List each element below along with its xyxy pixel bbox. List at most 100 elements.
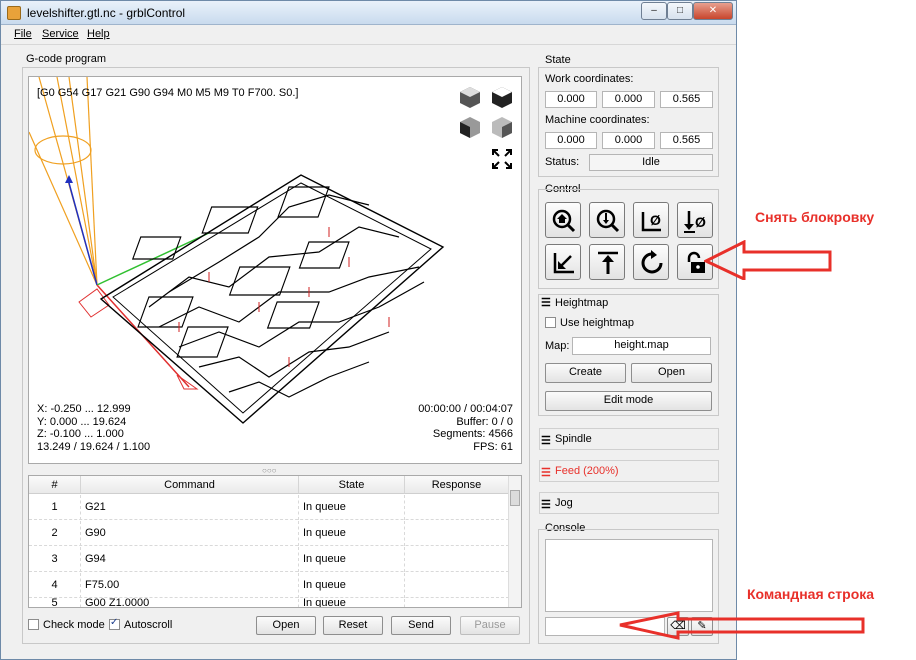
table-row[interactable]: 5 G00 Z1.0000 In queue [29, 598, 509, 607]
window-title: levelshifter.gtl.nc - grblControl [27, 6, 186, 20]
row-command: F75.00 [81, 573, 299, 598]
raise-z-icon [598, 251, 618, 274]
console-output[interactable] [545, 539, 713, 612]
table-row[interactable]: 4 F75.00 In queue [29, 573, 509, 598]
scrollbar-thumb[interactable] [510, 490, 520, 506]
minimize-button[interactable]: – [641, 2, 667, 20]
edit-mode-button[interactable]: Edit mode [545, 391, 712, 411]
gcode-group-title: G-code program [26, 53, 107, 65]
status-value: Idle [589, 154, 713, 171]
spindle-menu-icon: ☰ [541, 435, 551, 447]
view-left-icon[interactable] [489, 114, 515, 140]
fps-info: FPS: 61 [473, 440, 513, 453]
reset-button[interactable]: Reset [323, 616, 383, 635]
work-y-field: 0.000 [602, 91, 655, 108]
work-x-field: 0.000 [545, 91, 597, 108]
maximize-button[interactable]: □ [667, 2, 693, 20]
row-command: G21 [81, 495, 299, 520]
work-z-field: 0.565 [660, 91, 713, 108]
row-num: 5 [29, 598, 81, 607]
pause-button[interactable]: Pause [460, 616, 520, 635]
buffer-info: Buffer: 0 / 0 [456, 415, 513, 428]
row-num: 1 [29, 495, 81, 520]
status-label: Status: [545, 156, 580, 168]
zero-z-icon: Ø [684, 211, 706, 233]
home-button[interactable] [545, 202, 581, 238]
row-command: G90 [81, 521, 299, 546]
heightmap-title: Heightmap [555, 297, 609, 309]
map-file-field[interactable]: height.map [572, 337, 711, 355]
close-button[interactable]: ✕ [693, 2, 733, 20]
machine-coords-label: Machine coordinates: [545, 114, 650, 126]
autoscroll-checkbox[interactable] [109, 617, 120, 630]
row-num: 2 [29, 521, 81, 546]
table-row[interactable]: 1 G21 In queue [29, 495, 509, 520]
splitter-handle[interactable]: ○○○ [262, 466, 277, 475]
zero-z-button[interactable]: Ø [677, 202, 713, 238]
table-row[interactable]: 2 G90 In queue [29, 521, 509, 546]
heightmap-collapse-icon[interactable]: ☰ [541, 296, 551, 309]
app-icon [7, 6, 21, 20]
probe-z-button[interactable] [589, 202, 625, 238]
table-row[interactable]: 3 G94 In queue [29, 547, 509, 572]
jog-section[interactable]: ☰ Jog [539, 492, 719, 514]
soft-reset-button[interactable] [633, 244, 669, 280]
machine-y-field: 0.000 [602, 132, 655, 149]
jog-label: Jog [555, 497, 573, 509]
safe-position-button[interactable] [589, 244, 625, 280]
work-coords-label: Work coordinates: [545, 73, 634, 85]
heightmap-open-button[interactable]: Open [631, 363, 712, 383]
row-num: 3 [29, 547, 81, 572]
home-search-icon [552, 209, 576, 233]
range-x: X: -0.250 ... 12.999 [37, 403, 131, 415]
menu-file[interactable]: File [14, 28, 32, 40]
fit-view-icon[interactable] [489, 146, 515, 172]
map-label: Map: [545, 340, 570, 352]
view-stats-left: X: -0.250 ... 12.999 Y: 0.000 ... 19.624… [37, 403, 150, 453]
probe-search-icon [596, 209, 620, 233]
segments-info: Segments: 4566 [432, 428, 513, 440]
view-iso-icon[interactable] [457, 84, 483, 110]
col-header-response[interactable]: Response [405, 476, 509, 494]
cmdline-annotation: Командная строка [747, 586, 875, 602]
range-z: Z: -0.100 ... 1.000 [37, 428, 124, 440]
heightmap-create-button[interactable]: Create [545, 363, 626, 383]
svg-text:Ø: Ø [695, 214, 706, 230]
row-command: G00 Z1.0000 [81, 598, 299, 607]
col-header-command[interactable]: Command [81, 476, 299, 494]
feed-section[interactable]: ☰ Feed (200%) [539, 460, 719, 482]
col-header-state[interactable]: State [299, 476, 405, 494]
gcode-table: # Command State Response 1 G21 In queue … [28, 475, 522, 608]
menu-bar: File Service Help [1, 25, 736, 45]
use-heightmap-checkbox[interactable] [545, 317, 556, 328]
app-window: levelshifter.gtl.nc - grblControl – □ ✕ … [0, 0, 737, 660]
size-xyz: 13.249 / 19.624 / 1.100 [37, 440, 151, 453]
row-command: G94 [81, 547, 299, 572]
row-state: In queue [299, 598, 405, 607]
view-stats-right: 00:00:00 / 00:04:07 Buffer: 0 / 0 Segmen… [418, 403, 513, 453]
row-state: In queue [299, 573, 405, 598]
reset-icon [641, 250, 663, 274]
3d-visualizer[interactable]: [G0 G54 G17 G21 G90 G94 M0 M5 M9 T0 F700… [28, 76, 522, 464]
menu-service[interactable]: Service [42, 28, 79, 40]
restore-origin-button[interactable] [545, 244, 581, 280]
menu-help[interactable]: Help [87, 28, 110, 40]
send-button[interactable]: Send [391, 616, 451, 635]
open-file-button[interactable]: Open [256, 616, 316, 635]
row-state: In queue [299, 547, 405, 572]
state-title: State [545, 54, 571, 66]
check-mode-label: Check mode [43, 619, 105, 631]
return-origin-icon [553, 253, 574, 274]
zero-xy-button[interactable]: Ø [633, 202, 669, 238]
feed-menu-icon: ☰ [541, 467, 551, 479]
spindle-section[interactable]: ☰ Spindle [539, 428, 719, 450]
row-response [405, 599, 509, 607]
view-front-icon[interactable] [457, 114, 483, 140]
table-scrollbar[interactable] [508, 476, 521, 607]
col-header-num[interactable]: # [29, 476, 81, 494]
row-response [405, 495, 509, 520]
view-top-icon[interactable] [489, 84, 515, 110]
row-state: In queue [299, 521, 405, 546]
use-heightmap-label: Use heightmap [560, 317, 634, 329]
check-mode-checkbox[interactable] [28, 619, 39, 630]
